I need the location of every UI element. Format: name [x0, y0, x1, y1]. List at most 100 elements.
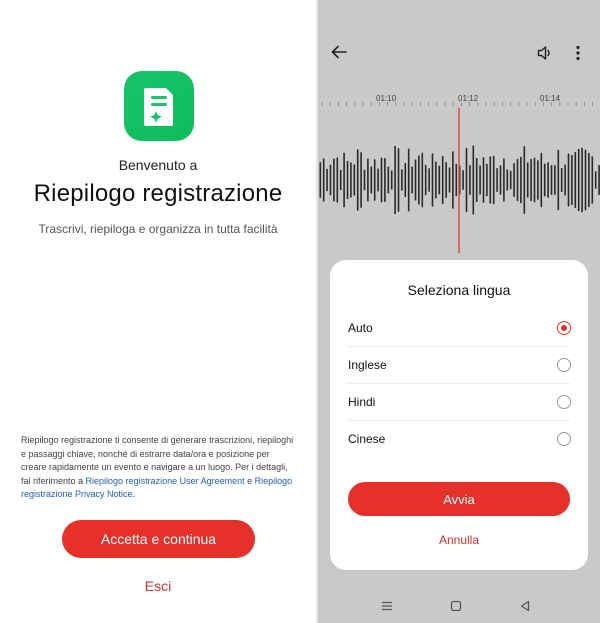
waveform-bar — [438, 165, 441, 195]
waveform-bar — [530, 158, 532, 202]
option-label: Inglese — [348, 358, 387, 372]
language-option-chinese[interactable]: Cinese — [330, 421, 588, 458]
waveform-bar — [465, 148, 468, 212]
waveform-bar — [550, 165, 553, 195]
app-title: Riepilogo registrazione — [33, 180, 283, 207]
waveform-bar — [543, 163, 546, 197]
waveform-bar — [431, 153, 434, 207]
accept-continue-button[interactable]: Accetta e continua — [62, 520, 255, 558]
waveform-bar — [356, 149, 359, 211]
legal-conjunction: e — [244, 475, 255, 486]
waveform-bar — [540, 152, 543, 208]
waveform-bar — [448, 167, 451, 193]
waveform-bar — [462, 170, 464, 190]
back-arrow-icon[interactable] — [330, 43, 348, 61]
waveform-bar — [584, 149, 587, 211]
waveform-bar — [554, 165, 556, 195]
welcome-text: Benvenuto a — [118, 157, 198, 173]
waveform-bar — [384, 158, 386, 202]
waveform-bar — [380, 157, 383, 203]
waveform-bar — [418, 155, 420, 205]
user-agreement-link[interactable]: Riepilogo registrazione User Agreement — [86, 476, 245, 486]
waveform-bar — [333, 158, 335, 202]
waveform-bar — [482, 157, 485, 203]
waveform-bar — [503, 158, 505, 202]
waveform-bar — [373, 159, 376, 201]
waveform-bar — [560, 168, 563, 192]
language-sheet: Seleziona lingua Auto Inglese Hindi Cine… — [330, 260, 588, 570]
waveform-bar — [506, 169, 509, 191]
waveform[interactable] — [318, 108, 600, 253]
waveform-bar — [441, 156, 444, 204]
waveform-bar — [492, 155, 495, 205]
waveform-bar — [475, 158, 478, 202]
waveform-bar — [329, 164, 332, 196]
option-label: Hindi — [348, 395, 376, 409]
waveform-bar — [350, 162, 352, 198]
language-option-auto[interactable]: Auto — [330, 310, 588, 347]
waveform-bar — [346, 161, 349, 199]
waveform-bar — [336, 157, 339, 203]
waveform-bar — [489, 156, 492, 204]
language-option-english[interactable]: Inglese — [330, 347, 588, 384]
waveform-bar — [547, 162, 549, 198]
waveform-bar — [339, 169, 342, 191]
radio-icon[interactable] — [557, 432, 571, 446]
more-vertical-icon[interactable] — [571, 44, 585, 62]
legal-notice: Riepilogo registrazione ti consente di g… — [21, 434, 297, 502]
waveform-bar — [414, 159, 417, 201]
waveform-bar — [526, 162, 529, 198]
timeline-label: 01:14 — [540, 94, 561, 103]
waveform-bar — [479, 165, 481, 195]
radio-selected-icon[interactable] — [557, 321, 571, 335]
waveform-bar — [404, 163, 407, 197]
waveform-bar — [486, 163, 488, 197]
timeline-label: 01:10 — [376, 94, 397, 103]
radio-icon[interactable] — [557, 358, 571, 372]
waveform-bar — [397, 148, 400, 212]
volume-icon[interactable] — [536, 44, 554, 62]
waveform-bar — [594, 171, 597, 189]
waveform-bar — [407, 148, 410, 212]
waveform-bar — [574, 151, 577, 209]
waveform-bar — [591, 156, 594, 204]
waveform-bar — [367, 158, 369, 202]
cancel-button[interactable]: Annulla — [330, 533, 588, 547]
radio-icon[interactable] — [557, 395, 571, 409]
waveform-bar — [401, 169, 403, 191]
waveform-bar — [343, 152, 345, 208]
waveform-bar — [322, 158, 325, 202]
waveform-bar — [353, 164, 356, 196]
waveform-bar — [319, 162, 322, 198]
waveform-bar — [452, 151, 454, 209]
nav-menu-icon[interactable] — [380, 599, 394, 613]
waveform-bar — [533, 157, 536, 203]
waveform-bar — [394, 145, 396, 215]
waveform-bar — [537, 160, 539, 200]
waveform-bar — [363, 169, 366, 191]
waveform-bar — [387, 166, 390, 194]
nav-back-icon[interactable] — [518, 599, 532, 613]
start-button[interactable]: Avvia — [348, 482, 570, 516]
app-note-icon — [124, 71, 194, 141]
app-subtitle: Trascrivi, riepiloga e organizza in tutt… — [38, 222, 278, 236]
nav-home-icon[interactable] — [449, 599, 463, 613]
waveform-bar — [499, 165, 502, 195]
waveform-bar — [455, 163, 458, 197]
legal-end: . — [132, 489, 136, 499]
waveform-bar — [523, 146, 526, 214]
waveform-bar — [577, 149, 580, 211]
language-option-hindi[interactable]: Hindi — [330, 384, 588, 421]
exit-button[interactable]: Esci — [0, 578, 316, 594]
waveform-bar — [516, 159, 519, 201]
option-label: Auto — [348, 321, 373, 335]
waveform-bar — [571, 154, 573, 206]
waveform-bar — [424, 164, 427, 196]
waveform-bar — [520, 156, 522, 204]
waveform-bar — [513, 163, 515, 197]
waveform-bar — [377, 168, 379, 192]
waveform-bar — [360, 152, 362, 208]
sheet-title: Seleziona lingua — [407, 282, 511, 298]
option-label: Cinese — [348, 432, 386, 446]
waveform-bar — [326, 168, 328, 192]
